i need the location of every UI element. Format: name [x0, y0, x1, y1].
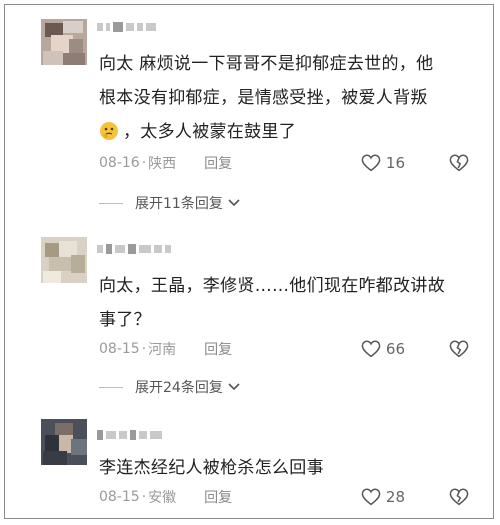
reaction-bar: 28 — [361, 488, 469, 506]
comment-location: 陕西 — [148, 156, 177, 172]
like-count: 16 — [385, 154, 405, 172]
like-button[interactable]: 16 — [361, 154, 405, 172]
heart-outline-icon — [361, 488, 381, 506]
username-blurred[interactable] — [97, 21, 156, 33]
reaction-bar: 16 — [361, 154, 469, 172]
comment-text: 向太，王晶，李修贤……他们现在咋都改讲故 事了？ — [99, 269, 469, 337]
comment-date: 08-15 — [99, 489, 140, 505]
heart-outline-icon — [361, 340, 381, 358]
dislike-button[interactable] — [449, 154, 469, 172]
comment-line: 根本没有抑郁症，是情感受挫，被爱人背叛 — [99, 88, 428, 108]
reply-button[interactable]: 回复 — [204, 339, 232, 359]
comment-line-with-emoji: ，太多人被蒙在鼓里了 — [99, 115, 469, 149]
comment-text: 李连杰经纪人被枪杀怎么回事 — [99, 451, 469, 485]
like-button[interactable]: 28 — [361, 488, 405, 506]
expand-replies-label: 展开11条回复 — [135, 196, 223, 212]
meta-separator: · — [141, 341, 147, 357]
broken-heart-icon — [449, 488, 469, 506]
comment-line: 向太 麻烦说一下哥哥不是抑郁症去世的，他 — [99, 54, 434, 74]
username-blurred[interactable] — [97, 243, 171, 255]
comment-line: 事了？ — [99, 310, 151, 330]
expand-replies-button[interactable]: 展开24条回复 — [99, 377, 241, 397]
divider-line — [99, 386, 123, 388]
meta-separator: · — [141, 155, 147, 171]
meta-separator: · — [141, 489, 147, 505]
reaction-bar: 66 — [361, 340, 469, 358]
expand-replies-button[interactable]: 展开11条回复 — [99, 193, 241, 213]
comment-location: 安徽 — [148, 490, 177, 506]
avatar[interactable] — [41, 19, 87, 65]
comment-line: ，太多人被蒙在鼓里了 — [123, 122, 296, 142]
reply-button[interactable]: 回复 — [204, 487, 232, 507]
dislike-button[interactable] — [449, 488, 469, 506]
broken-heart-icon — [449, 154, 469, 172]
chevron-down-icon — [228, 383, 240, 391]
heart-outline-icon — [361, 154, 381, 172]
broken-heart-icon — [449, 340, 469, 358]
dislike-button[interactable] — [449, 340, 469, 358]
like-button[interactable]: 66 — [361, 340, 405, 358]
avatar[interactable] — [41, 419, 87, 465]
like-count: 66 — [385, 340, 405, 358]
divider-line — [99, 202, 123, 204]
comment-meta: 08-15 · 安徽 回复 28 — [99, 487, 469, 507]
comment-date: 08-16 — [99, 155, 140, 171]
comment-line: 向太，王晶，李修贤……他们现在咋都改讲故 — [99, 276, 445, 296]
thinking-face-icon — [100, 122, 118, 140]
comment-date: 08-15 — [99, 341, 140, 357]
comment-location: 河南 — [148, 342, 177, 358]
comment-meta: 08-16 · 陕西 回复 16 — [99, 153, 469, 173]
like-count: 28 — [385, 488, 405, 506]
comment-panel: 向太 麻烦说一下哥哥不是抑郁症去世的，他 根本没有抑郁症，是情感受挫，被爱人背叛… — [4, 4, 494, 519]
comment-text: 向太 麻烦说一下哥哥不是抑郁症去世的，他 根本没有抑郁症，是情感受挫，被爱人背叛… — [99, 47, 469, 149]
reply-button[interactable]: 回复 — [204, 153, 232, 173]
comment-line: 李连杰经纪人被枪杀怎么回事 — [99, 458, 324, 478]
expand-replies-label: 展开24条回复 — [135, 380, 223, 396]
username-blurred[interactable] — [97, 429, 162, 441]
avatar[interactable] — [41, 237, 87, 283]
chevron-down-icon — [228, 199, 240, 207]
comment-meta: 08-15 · 河南 回复 66 — [99, 339, 469, 359]
